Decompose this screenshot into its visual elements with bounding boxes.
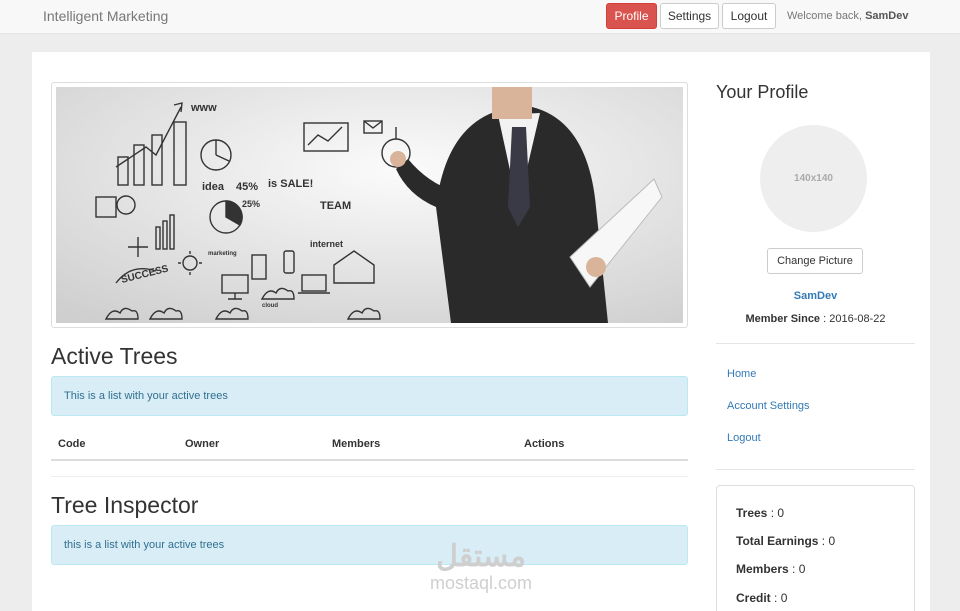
welcome-username: SamDev xyxy=(865,10,909,22)
column-header-members[interactable]: Members xyxy=(332,438,380,450)
member-since-label: Member Since xyxy=(745,313,821,325)
sidebar-divider xyxy=(716,469,915,470)
column-header-owner[interactable]: Owner xyxy=(185,438,219,450)
change-picture-button[interactable]: Change Picture xyxy=(767,248,863,274)
stat-label: Trees xyxy=(736,506,768,520)
profile-username[interactable]: SamDev xyxy=(716,290,915,302)
active-trees-title: Active Trees xyxy=(51,343,178,369)
stat-value: 0 xyxy=(828,534,836,548)
tree-inspector-title: Tree Inspector xyxy=(51,492,199,518)
hero-scribble-www: www xyxy=(190,102,217,114)
stat-label: Total Earnings xyxy=(736,534,819,548)
brand-title[interactable]: Intelligent Marketing xyxy=(43,8,168,24)
sidebar-link-account-settings[interactable]: Account Settings xyxy=(727,400,810,412)
sidebar-link-home[interactable]: Home xyxy=(727,368,756,380)
sidebar-divider xyxy=(716,343,915,344)
profile-button[interactable]: Profile xyxy=(606,3,657,29)
hero-scribble-cloud: cloud xyxy=(262,303,278,309)
avatar: 140x140 xyxy=(760,125,867,232)
stat-value: 0 xyxy=(798,562,806,576)
top-navbar: Intelligent Marketing Profile Settings L… xyxy=(0,0,960,34)
column-header-actions[interactable]: Actions xyxy=(524,438,564,450)
hero-scribble-sale: is SALE! xyxy=(268,178,313,190)
hero-scribble-percent: 45% xyxy=(236,181,258,193)
stat-total-earnings: Total Earnings : 0 xyxy=(736,534,836,548)
active-trees-alert: This is a list with your active trees xyxy=(51,376,688,416)
hero-illustration: www idea 45% is SALE! TEAM internet SUCC… xyxy=(56,87,683,323)
stat-label: Members xyxy=(736,562,789,576)
welcome-prefix: Welcome back, xyxy=(787,10,862,22)
hero-image: www idea 45% is SALE! TEAM internet SUCC… xyxy=(51,82,688,328)
hero-scribble-internet: internet xyxy=(310,239,343,249)
table-header-divider xyxy=(51,459,688,461)
stat-label: Credit xyxy=(736,591,771,605)
member-since-value: 2016-08-22 xyxy=(829,313,886,325)
stat-trees: Trees : 0 xyxy=(736,506,785,520)
watermark-arabic: مستقل xyxy=(436,540,526,573)
watermark: مستقل mostaql.com xyxy=(418,540,544,592)
stat-value: 0 xyxy=(780,591,788,605)
hero-scribble-idea: idea xyxy=(202,181,225,193)
stat-credit: Credit : 0 xyxy=(736,591,788,605)
hero-scribble-team: TEAM xyxy=(320,200,351,212)
settings-button[interactable]: Settings xyxy=(660,3,719,29)
stat-members: Members : 0 xyxy=(736,562,806,576)
hero-scribble-marketing: marketing xyxy=(208,251,237,257)
logout-button[interactable]: Logout xyxy=(722,3,776,29)
member-since: Member Since : 2016-08-22 xyxy=(745,313,886,325)
hero-scribble-25: 25% xyxy=(242,199,260,209)
watermark-latin: mostaql.com xyxy=(429,573,533,593)
section-divider xyxy=(51,476,688,477)
welcome-text: Welcome back, SamDev xyxy=(787,10,908,22)
column-header-code[interactable]: Code xyxy=(58,438,86,450)
stat-value: 0 xyxy=(777,506,785,520)
tree-inspector-alert: this is a list with your active trees xyxy=(51,525,688,565)
profile-title: Your Profile xyxy=(716,82,809,102)
sidebar-link-logout[interactable]: Logout xyxy=(727,432,761,444)
